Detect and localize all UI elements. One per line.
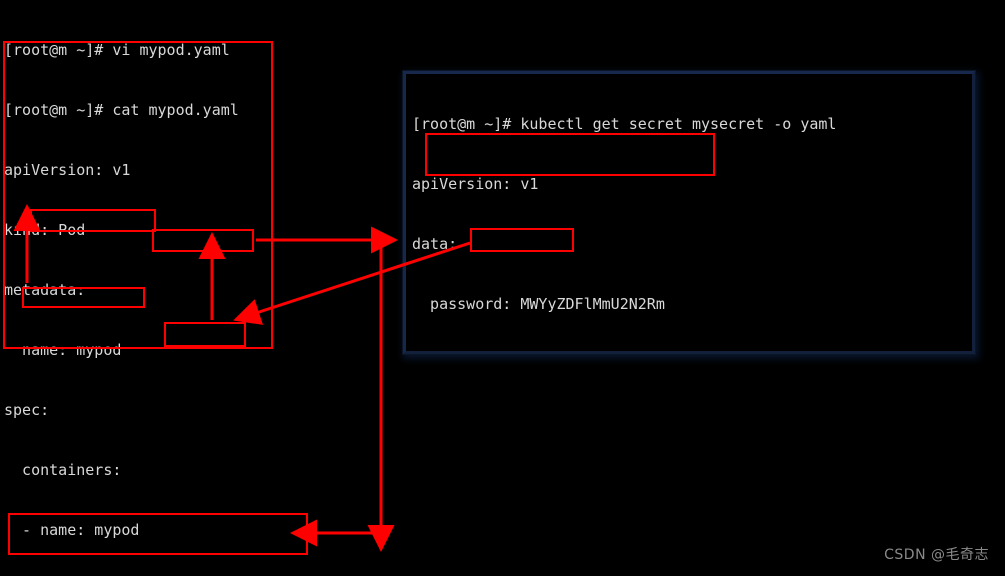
terminal-line: [root@m ~]# vi mypod.yaml — [4, 41, 230, 59]
secret-line: data: — [412, 235, 458, 253]
secret-line: apiVersion: v1 — [412, 175, 539, 193]
terminal-line: containers: — [4, 461, 122, 479]
secret-password-line: password: MWYyZDFlMmU2N2Rm — [412, 295, 665, 313]
watermark: CSDN @毛奇志 — [884, 547, 989, 563]
secret-yaml-window[interactable]: [root@m ~]# kubectl get secret mysecret … — [403, 71, 975, 354]
secret-line: [root@m ~]# kubectl get secret mysecret … — [412, 115, 837, 133]
terminal-line: - name: mypod — [4, 521, 140, 539]
terminal-line: spec: — [4, 401, 50, 419]
